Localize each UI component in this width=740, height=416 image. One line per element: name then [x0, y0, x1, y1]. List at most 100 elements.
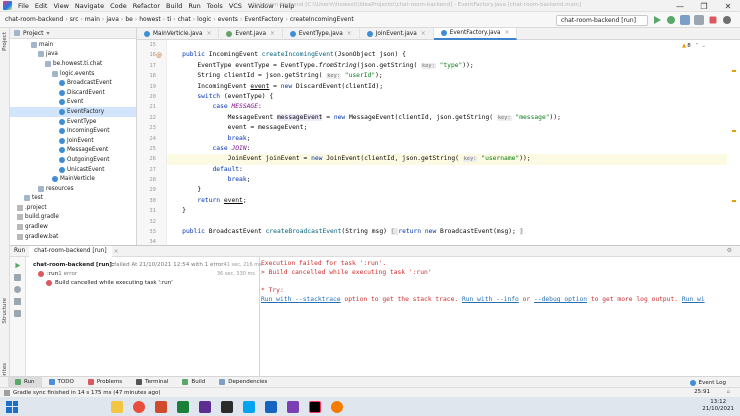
info-link[interactable]: Run with --info — [462, 296, 519, 303]
lock-icon[interactable]: ⌂ — [727, 389, 731, 395]
breadcrumb-item[interactable]: chat — [176, 16, 193, 23]
chevron-down-icon[interactable]: ▾ — [47, 30, 50, 37]
visual-studio-icon[interactable] — [287, 400, 299, 413]
cursor-position[interactable]: 25:91 — [694, 389, 710, 395]
tree-item[interactable]: MainVerticle — [10, 174, 136, 184]
breadcrumb-item[interactable]: src — [68, 16, 81, 23]
tree-item[interactable]: gradlew — [10, 222, 136, 232]
stop-icon[interactable] — [709, 16, 717, 24]
tool-tab-build[interactable]: Build — [175, 377, 212, 388]
breadcrumb-item[interactable]: createIncomingEvent — [288, 16, 356, 23]
github-icon[interactable] — [221, 400, 233, 413]
close-icon[interactable]: × — [270, 31, 275, 37]
editor-scrollbar[interactable] — [727, 40, 740, 245]
profile-icon[interactable] — [694, 15, 704, 25]
breadcrumb-item[interactable]: events — [216, 16, 240, 23]
close-icon[interactable]: × — [421, 31, 426, 37]
editor-tab[interactable]: EventType.java × — [283, 27, 360, 40]
breadcrumb-item[interactable]: EventFactory — [242, 16, 285, 23]
tree-item[interactable]: OutgoingEvent — [10, 155, 136, 165]
minimize-button[interactable]: — — [668, 2, 692, 11]
close-icon[interactable]: × — [207, 31, 212, 37]
clock[interactable]: 13:12 21/10/2021 — [702, 399, 734, 413]
tree-item[interactable]: gradlew.bat — [10, 232, 136, 242]
stacktrace-link[interactable]: Run with --stacktrace — [261, 296, 341, 303]
build-tree-item[interactable]: Build cancelled while executing task ':r… — [26, 278, 259, 287]
excel-icon[interactable] — [177, 400, 189, 413]
vscode-icon[interactable] — [265, 400, 277, 413]
breadcrumb-item[interactable]: be — [123, 16, 135, 23]
debug-link[interactable]: --debug option — [534, 296, 587, 303]
menu-item-file[interactable]: File — [15, 2, 32, 10]
tree-item[interactable]: logic.events — [10, 69, 136, 79]
rerun-icon[interactable] — [15, 262, 21, 269]
tool-tab-problems[interactable]: Problems — [81, 377, 129, 388]
tree-item[interactable]: IncomingEvent — [10, 126, 136, 136]
tree-item[interactable]: UnicastEvent — [10, 165, 136, 175]
tree-item[interactable]: MessageEvent — [10, 146, 136, 156]
scan-link[interactable]: Run wi — [682, 296, 705, 303]
menu-item-run[interactable]: Run — [185, 2, 203, 10]
tool-tab-todo[interactable]: TODO — [42, 377, 81, 388]
firefox-icon[interactable] — [331, 400, 343, 413]
intellij-icon[interactable] — [309, 400, 321, 413]
onenote-icon[interactable] — [199, 400, 211, 413]
editor-tab[interactable]: JoinEvent.java × — [360, 27, 434, 40]
tree-item[interactable]: resources — [10, 184, 136, 194]
tree-item[interactable]: java — [10, 50, 136, 60]
tool-tab-terminal[interactable]: Terminal — [129, 377, 175, 388]
office-icon[interactable] — [155, 400, 167, 413]
breadcrumb-item[interactable]: logic — [195, 16, 213, 23]
menu-item-tools[interactable]: Tools — [204, 2, 226, 10]
maximize-button[interactable]: ❐ — [692, 2, 716, 11]
override-gutter-icon[interactable]: @ — [156, 52, 162, 59]
console-output[interactable]: Execution failed for task ':run'. > Buil… — [261, 257, 740, 376]
project-panel-title[interactable]: Project — [23, 30, 44, 37]
project-tool-tab[interactable]: Project — [2, 32, 8, 51]
editor-tab[interactable]: Event.java × — [219, 27, 283, 40]
search-icon[interactable] — [723, 16, 731, 24]
windows-start-icon[interactable] — [6, 400, 18, 413]
menu-item-build[interactable]: Build — [163, 2, 185, 10]
editor-tab[interactable]: MainVerticle.java × — [137, 27, 220, 40]
chrome-icon[interactable] — [133, 400, 145, 413]
run-configuration-select[interactable]: chat-room-backend [run] — [556, 15, 648, 26]
menu-item-view[interactable]: View — [50, 2, 71, 10]
debug-icon[interactable] — [667, 16, 675, 24]
expand-icon[interactable] — [14, 298, 21, 305]
tree-item[interactable]: Event — [10, 98, 136, 108]
ps-icon[interactable] — [243, 400, 255, 413]
tool-tab-dependencies[interactable]: Dependencies — [212, 377, 274, 388]
close-icon[interactable]: × — [347, 31, 352, 37]
file-explorer-icon[interactable] — [111, 400, 123, 413]
menu-item-code[interactable]: Code — [107, 2, 130, 10]
close-button[interactable]: ✕ — [716, 2, 740, 11]
tree-item[interactable]: EventFactory — [10, 107, 136, 117]
breadcrumb-item[interactable]: java — [104, 16, 121, 23]
breadcrumb-item[interactable]: ti — [165, 16, 173, 23]
breadcrumb-item[interactable]: howest — [137, 16, 163, 23]
gear-icon[interactable]: ⚙ — [727, 247, 732, 254]
menu-item-edit[interactable]: Edit — [32, 2, 51, 10]
coverage-icon[interactable] — [680, 15, 690, 25]
tree-item[interactable]: be.howest.ti.chat — [10, 59, 136, 69]
close-icon[interactable]: × — [505, 30, 510, 36]
menu-item-vcs[interactable]: VCS — [226, 2, 245, 10]
breadcrumb-item[interactable]: chat-room-backend — [3, 16, 65, 23]
tree-item[interactable]: build.gradle — [10, 213, 136, 223]
build-tree-item[interactable]: chat-room-backend [run]: failed At 21/10… — [26, 260, 262, 269]
tool-tab-run[interactable]: Run — [8, 376, 42, 388]
structure-tool-tab[interactable]: Structure — [2, 298, 8, 324]
tree-item[interactable]: DiscardEvent — [10, 88, 136, 98]
filter-icon[interactable] — [14, 286, 21, 293]
toggle-view-icon[interactable] — [14, 274, 21, 281]
tree-item[interactable]: EventType — [10, 117, 136, 127]
code-editor[interactable]: public IncomingEvent createIncomingEvent… — [167, 40, 727, 245]
menu-item-refactor[interactable]: Refactor — [130, 2, 163, 10]
run-icon[interactable] — [654, 16, 661, 24]
tree-item[interactable]: JoinEvent — [10, 136, 136, 146]
build-tree-item[interactable]: :run 1 error 36 sec, 330 ms — [26, 269, 259, 278]
editor-tab[interactable]: EventFactory.java × — [433, 27, 518, 40]
pin-icon[interactable] — [14, 310, 21, 317]
tree-item[interactable]: main — [10, 40, 136, 50]
